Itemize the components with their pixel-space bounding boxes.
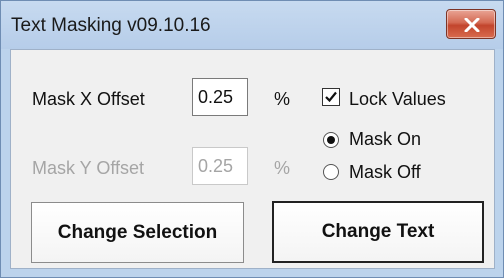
radio-selected-dot [327, 136, 335, 144]
mask-x-offset-label: Mask X Offset [32, 89, 145, 109]
text-masking-window: Text Masking v09.10.16 Mask X Offset % L… [0, 0, 504, 278]
mask-off-label: Mask Off [349, 162, 421, 182]
lock-values-label: Lock Values [349, 89, 446, 109]
mask-on-radio[interactable] [323, 132, 339, 148]
mask-y-offset-input[interactable] [192, 147, 248, 185]
mask-y-offset-label: Mask Y Offset [32, 158, 145, 178]
close-icon [464, 18, 480, 32]
mask-y-unit-label: % [274, 158, 291, 178]
dialog-body: Mask X Offset % Lock Values Mask Y Offse… [10, 49, 495, 269]
close-button[interactable] [446, 9, 496, 39]
mask-off-radio[interactable] [323, 164, 339, 180]
change-selection-button[interactable]: Change Selection [31, 202, 244, 263]
lock-values-checkbox[interactable] [322, 88, 340, 106]
mask-x-offset-input[interactable] [192, 78, 248, 116]
window-title: Text Masking v09.10.16 [11, 15, 211, 36]
mask-x-unit-label: % [274, 89, 291, 109]
title-bar[interactable]: Text Masking v09.10.16 [1, 1, 503, 49]
checkmark-icon [325, 91, 337, 103]
change-text-button[interactable]: Change Text [272, 201, 484, 263]
mask-on-label: Mask On [349, 129, 422, 149]
